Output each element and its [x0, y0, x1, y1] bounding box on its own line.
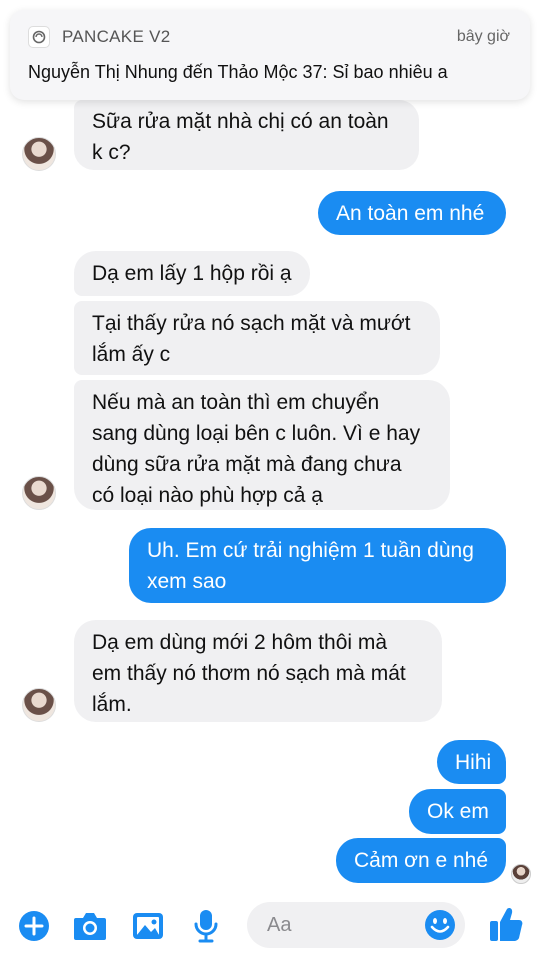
pancake-app-icon: [28, 26, 50, 48]
message-incoming: Dạ em dùng mới 2 hôm thôi mà em thấy nó …: [74, 620, 442, 722]
avatar: [22, 476, 56, 510]
message-composer: [0, 898, 540, 960]
microphone-icon[interactable]: [188, 908, 224, 944]
message-input-field[interactable]: [247, 902, 465, 948]
message-incoming: Dạ em lấy 1 hộp rồi ạ: [74, 251, 310, 296]
message-outgoing: Uh. Em cứ trải nghiệm 1 tuần dùng xem sa…: [129, 528, 506, 603]
message-incoming: Tại thấy rửa nó sạch mặt và mướt lắm ấy …: [74, 301, 440, 375]
thumbs-up-icon[interactable]: [488, 906, 524, 942]
seen-avatar: [511, 864, 531, 884]
message-incoming: Nếu mà an toàn thì em chuyển sang dùng l…: [74, 380, 450, 510]
message-incoming: Sữa rửa mặt nhà chị có an toàn k c?: [74, 100, 419, 170]
message-outgoing: An toàn em nhé: [318, 191, 506, 235]
plus-icon[interactable]: [16, 908, 52, 944]
message-outgoing: Hihi: [437, 740, 506, 784]
notification-banner[interactable]: PANCAKE V2 bây giờ Nguyễn Thị Nhung đến …: [10, 10, 530, 100]
notification-app-name: PANCAKE V2: [62, 27, 171, 46]
image-icon[interactable]: [130, 908, 166, 944]
camera-icon[interactable]: [72, 908, 108, 944]
message-outgoing: Cảm ơn e nhé: [336, 838, 506, 883]
message-outgoing: Ok em: [409, 789, 506, 834]
notification-body: Nguyễn Thị Nhung đến Thảo Mộc 37: Sỉ bao…: [28, 62, 448, 82]
emoji-icon[interactable]: [423, 908, 457, 942]
notification-time: bây giờ: [456, 28, 510, 45]
message-input[interactable]: [265, 912, 409, 938]
avatar: [22, 137, 56, 171]
avatar: [22, 688, 56, 722]
